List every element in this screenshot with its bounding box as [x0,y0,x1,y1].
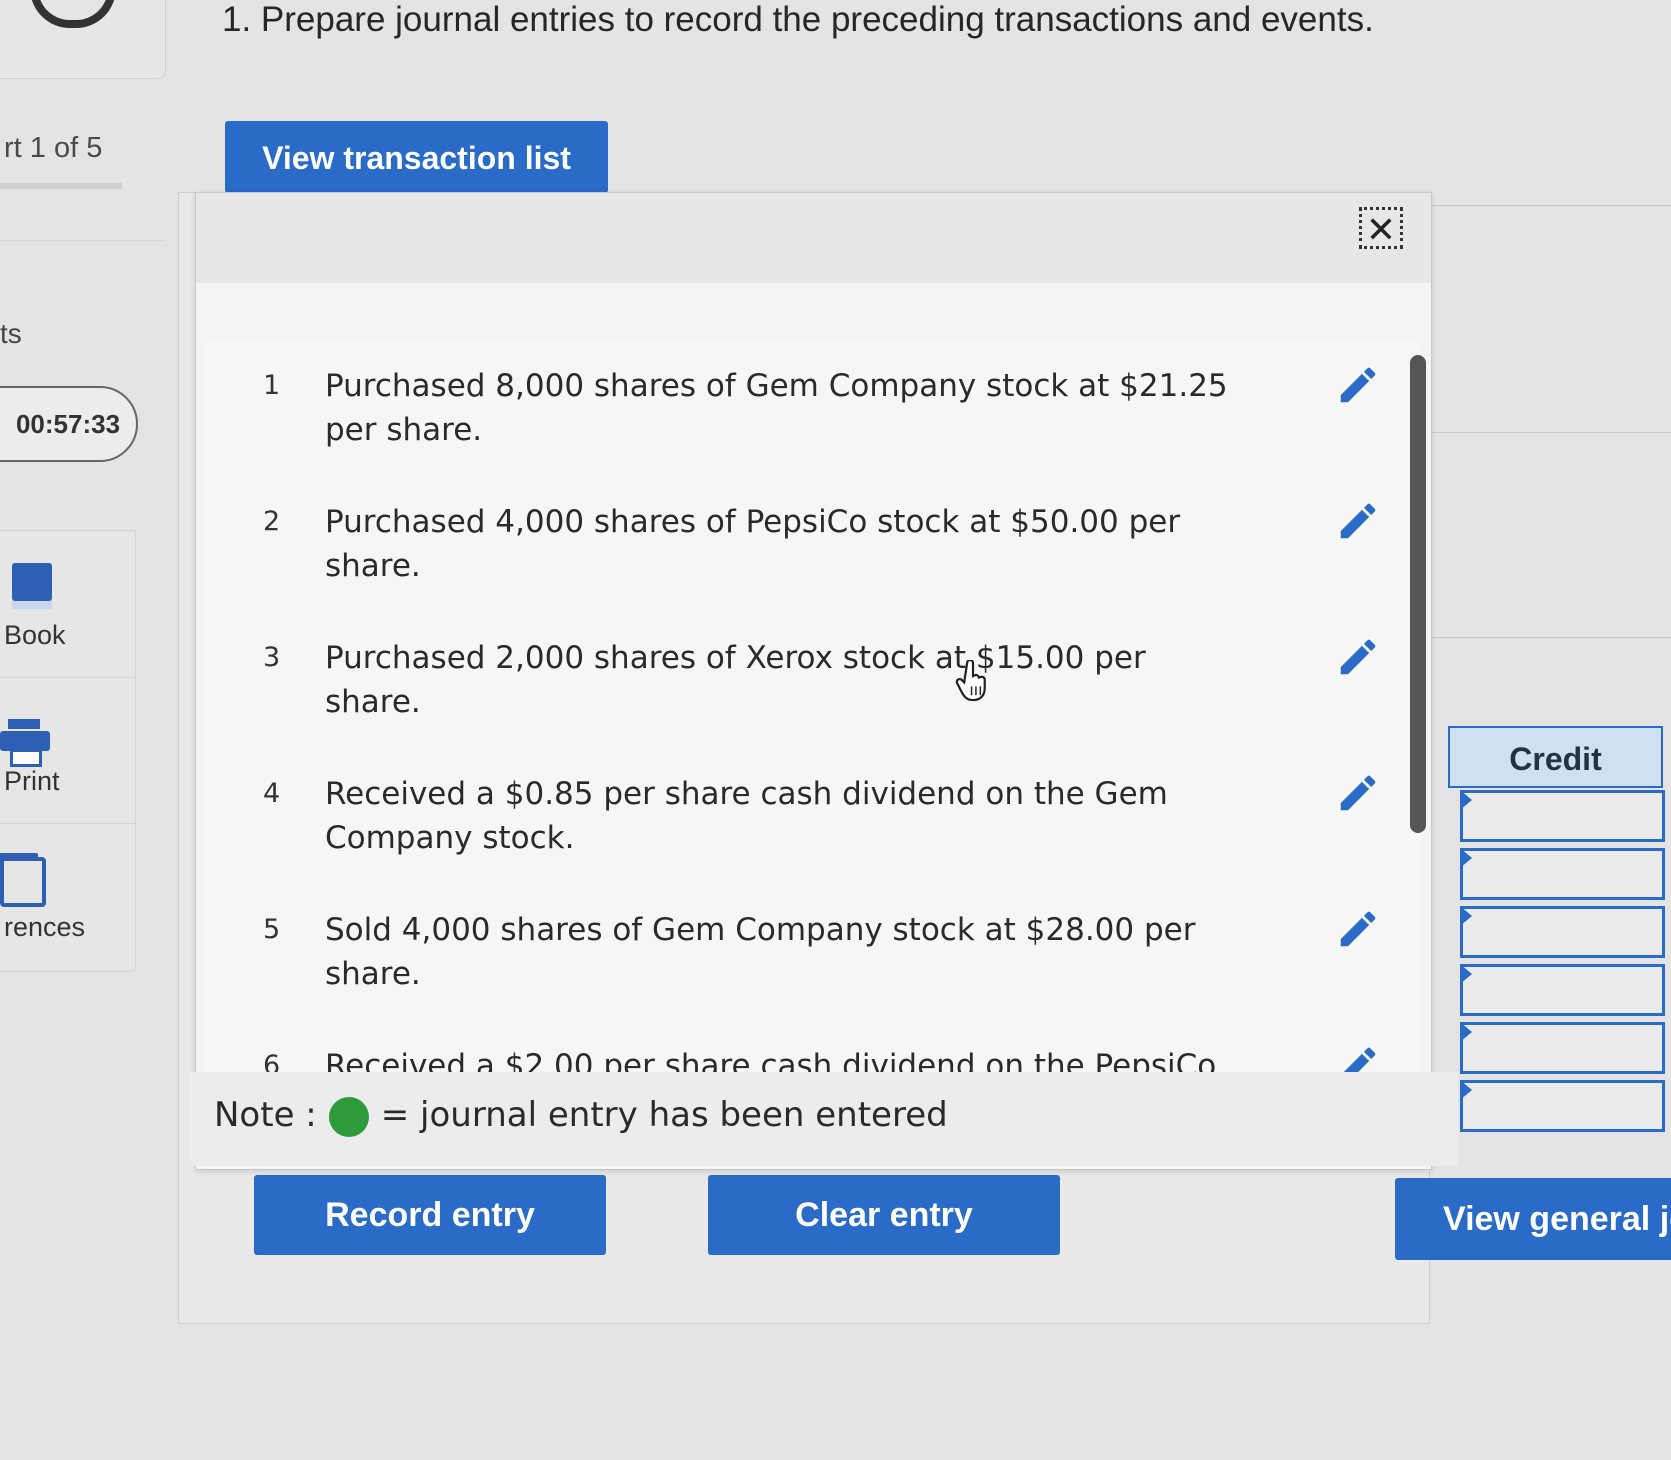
view-transaction-list-button[interactable]: View transaction list [225,121,608,207]
transaction-text: Received a $0.85 per share cash dividend… [325,776,1168,856]
progress-ring-icon [30,0,116,28]
record-entry-button[interactable]: Record entry [254,1175,606,1255]
references-tool[interactable]: rences [0,823,135,969]
credit-input[interactable] [1460,848,1665,900]
popup-header: ✕ [196,193,1431,283]
credit-input[interactable] [1460,1080,1665,1132]
journal-divider [1428,432,1671,433]
transaction-text: Sold 4,000 shares of Gem Company stock a… [325,912,1196,992]
entered-status-dot-icon [328,1096,369,1137]
pencil-icon[interactable] [1335,634,1381,680]
part-progress-bar [0,183,122,189]
tool-panel: Book Print rences [0,530,136,972]
progress-card [0,0,166,79]
ebook-tool[interactable]: Book [0,531,135,678]
legend-note: Note : = journal entry has been entered [214,1095,948,1137]
print-icon [0,719,52,767]
tool-label-book: Book [4,620,66,650]
transaction-number: 2 [263,506,281,537]
transaction-row: 2 Purchased 4,000 shares of PepsiCo stoc… [205,476,1420,613]
tool-label-references: rences [4,912,86,942]
note-prefix: Note : [214,1095,317,1135]
book-icon [12,563,52,609]
question-heading: 1. Prepare journal entries to record the… [222,0,1374,39]
timer[interactable]: 00:57:33 [0,386,138,462]
sidebar-divider [0,240,165,241]
hand-cursor-icon [955,660,986,702]
references-icon [0,857,46,907]
section-label: ts [0,318,22,349]
print-tool[interactable]: Print [0,677,135,824]
pencil-icon[interactable] [1335,770,1381,816]
transaction-number: 3 [263,642,281,673]
transaction-number: 5 [263,914,281,945]
transaction-row: 3 Purchased 2,000 shares of Xerox stock … [205,612,1420,749]
journal-divider [1428,637,1671,638]
clear-entry-button[interactable]: Clear entry [708,1175,1060,1255]
pencil-icon[interactable] [1335,498,1381,544]
pencil-icon[interactable] [1335,362,1381,408]
transaction-text: Purchased 8,000 shares of Gem Company st… [325,368,1228,448]
journal-divider [1428,205,1671,206]
credit-input[interactable] [1460,964,1665,1016]
transaction-number: 4 [263,778,281,809]
close-icon[interactable]: ✕ [1359,207,1403,250]
pencil-icon[interactable] [1335,906,1381,952]
credit-input[interactable] [1460,1022,1665,1074]
part-indicator: rt 1 of 5 [4,132,103,164]
transaction-text: Purchased 2,000 shares of Xerox stock at… [325,640,1146,720]
transaction-text: Purchased 4,000 shares of PepsiCo stock … [325,504,1181,584]
transaction-row: 5 Sold 4,000 shares of Gem Company stock… [205,884,1420,1021]
left-sidebar: rt 1 of 5 ts 00:57:33 Book Print rences [0,0,170,1460]
credit-input[interactable] [1460,790,1665,842]
transaction-number: 1 [263,370,281,401]
transaction-row: 4 Received a $0.85 per share cash divide… [205,748,1420,885]
list-scrollbar[interactable] [1410,355,1426,833]
view-general-journal-button[interactable]: View general jo [1395,1178,1671,1260]
transaction-row: 1 Purchased 8,000 shares of Gem Company … [205,340,1420,477]
credit-input[interactable] [1460,906,1665,958]
tool-label-print: Print [4,766,60,796]
transaction-list: 1 Purchased 8,000 shares of Gem Company … [205,340,1420,1120]
note-suffix: = journal entry has been entered [380,1095,948,1135]
credit-column-header: Credit [1448,726,1663,788]
